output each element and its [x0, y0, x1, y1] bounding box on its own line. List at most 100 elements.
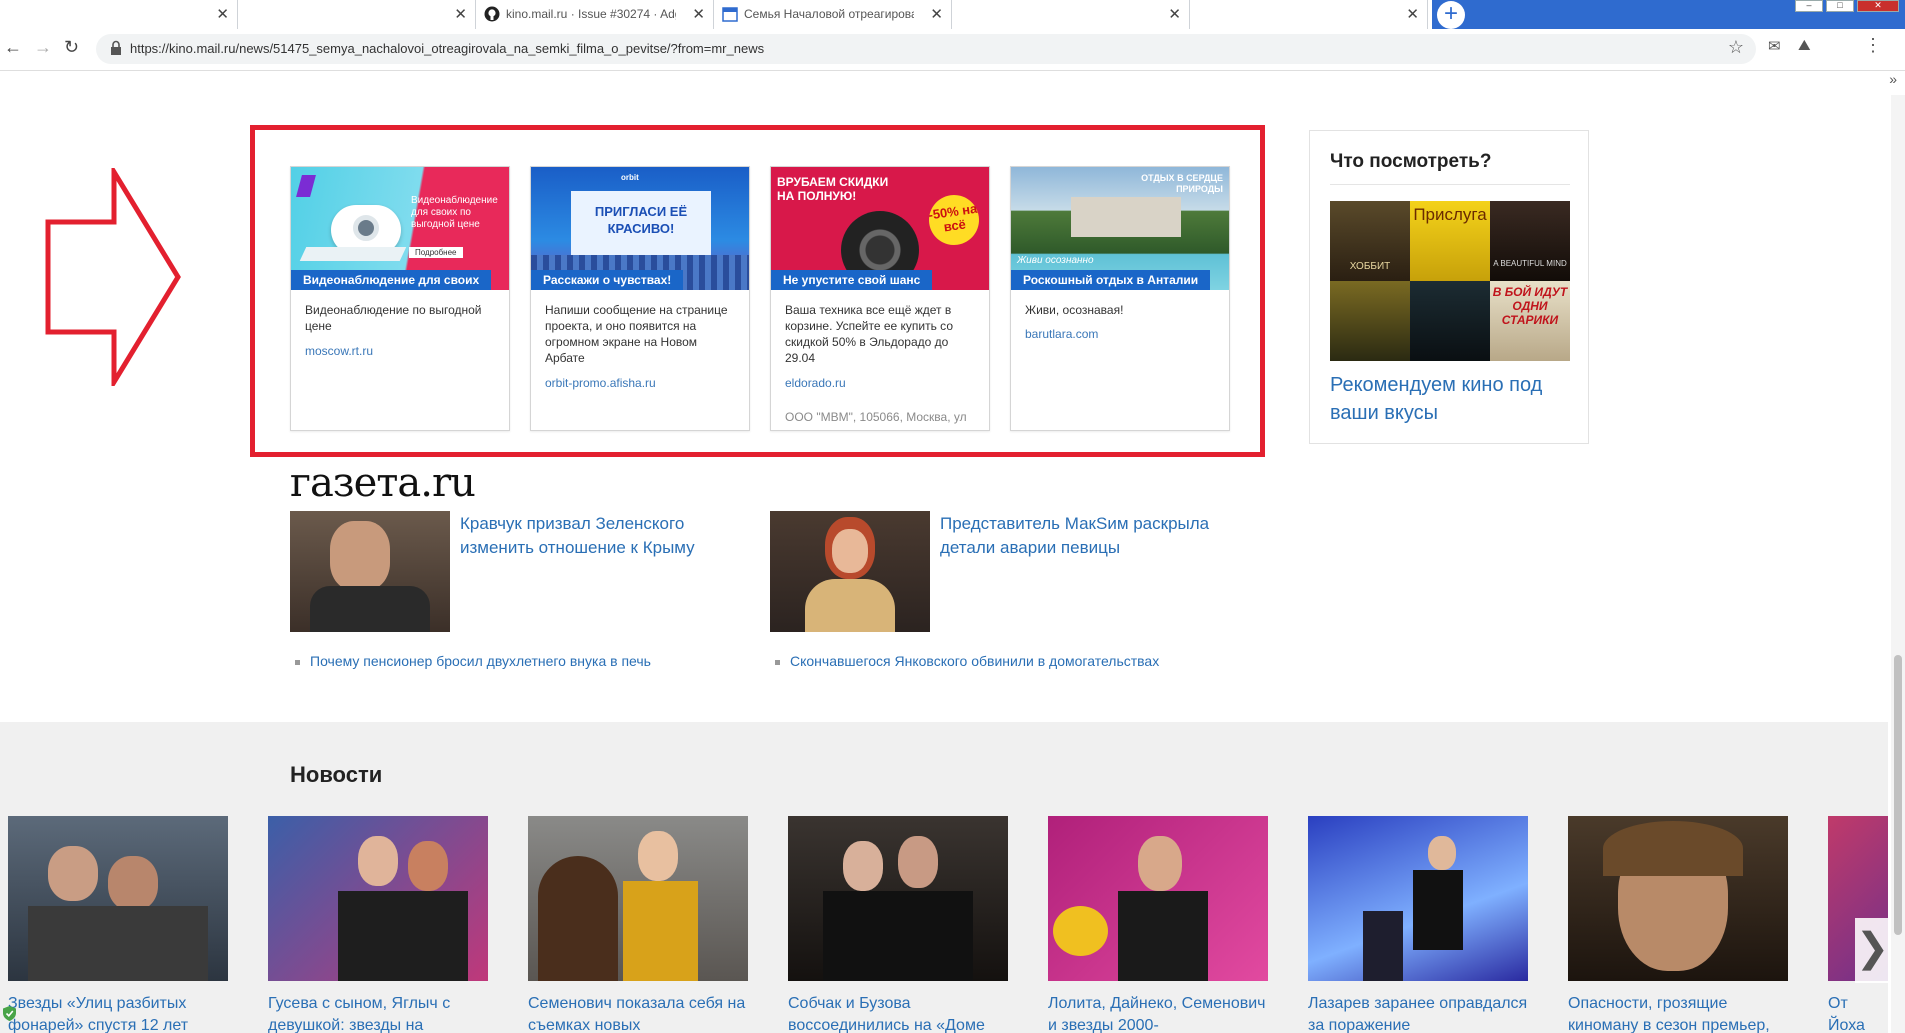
close-tab-icon[interactable]: ✕: [930, 5, 943, 23]
calendar-icon: [722, 7, 738, 22]
gazeta-logo[interactable]: газета.ru: [290, 460, 476, 506]
menu-icon[interactable]: ⋮: [1864, 35, 1882, 56]
close-tab-icon[interactable]: ✕: [692, 5, 705, 23]
movie-poster[interactable]: В БОЙ ИДУТ ОДНИ СТАРИКИ: [1490, 281, 1570, 361]
ad-card[interactable]: orbit ПРИГЛАСИ ЕЁ КРАСИВО! Расскажи о чу…: [530, 166, 750, 431]
news-bullet-link[interactable]: Почему пенсионер бросил двухлетнего внук…: [295, 653, 651, 669]
red-arrow-annotation: [45, 168, 181, 386]
news-card[interactable]: Гусева с сыном, Яглыч с девушкой: звезды…: [268, 816, 488, 1033]
movie-poster[interactable]: [1330, 281, 1410, 361]
news-card-title: Лазарев заранее оправдался за поражение: [1308, 995, 1528, 1033]
address-bar[interactable]: https://kino.mail.ru/news/51475_semya_na…: [96, 34, 1756, 64]
browser-toolbar: ← → ↻ https://kino.mail.ru/news/51475_se…: [0, 29, 1905, 71]
ad-caption: Роскошный отдых в Анталии: [1011, 270, 1211, 290]
extension-icon[interactable]: ⛰: [1798, 37, 1811, 54]
news-photo[interactable]: [770, 511, 930, 632]
ad-card[interactable]: ОТДЫХ В СЕРДЦЕ ПРИРОДЫ Живи осознанно Ро…: [1010, 166, 1230, 431]
news-card-title: Гусева с сыном, Яглыч с девушкой: звезды…: [268, 995, 451, 1033]
adguard-shield-icon: [3, 1006, 16, 1021]
ad-domain-link[interactable]: eldorado.ru: [785, 376, 846, 390]
news-card[interactable]: Собчак и Бузова воссоединились на «Доме: [788, 816, 1008, 1033]
minimize-button[interactable]: –: [1795, 0, 1823, 12]
movie-poster[interactable]: A BEAUTIFUL MIND: [1490, 201, 1570, 281]
news-thumbnail: [1308, 816, 1528, 981]
tab-title: kino.mail.ru · Issue #30274 · AdguardTea…: [506, 7, 676, 21]
ad-banner-text: ПРИГЛАСИ ЕЁ КРАСИВО!: [594, 204, 688, 236]
ad-caption: Расскажи о чувствах!: [531, 270, 684, 290]
browser-tab[interactable]: ✕: [1190, 0, 1428, 29]
movie-poster[interactable]: [1410, 281, 1490, 361]
ad-domain-link[interactable]: moscow.rt.ru: [305, 344, 373, 358]
close-window-button[interactable]: ✕: [1857, 0, 1899, 12]
browser-tab[interactable]: ✕: [238, 0, 476, 29]
browser-tab-active[interactable]: Семья Началовой отреагировала ✕: [714, 0, 952, 29]
ad-caption: Не упустите свой шанс: [771, 270, 933, 290]
ad-description: Живи, осознавая!: [1025, 303, 1124, 317]
ad-caption: Видеонаблюдение для своих: [291, 270, 492, 290]
ad-banner-text: ОТДЫХ В СЕРДЦЕ ПРИРОДЫ: [1141, 173, 1223, 194]
page-scrollbar[interactable]: [1891, 95, 1905, 1033]
news-thumbnail: [268, 816, 488, 981]
tab-title: Семья Началовой отреагировала: [744, 7, 914, 21]
poster-collage[interactable]: ХОББИТ Прислуга A BEAUTIFUL MIND В БОЙ И…: [1330, 201, 1570, 361]
forward-icon[interactable]: →: [34, 37, 52, 58]
what-to-watch-widget: Что посмотреть? ХОББИТ Прислуга A BEAUTI…: [1309, 130, 1589, 444]
news-thumbnail: [1568, 816, 1788, 981]
news-card[interactable]: Семенович показала себя на съемках новых: [528, 816, 748, 1033]
ad-card[interactable]: ВРУБАЕМ СКИДКИ НА ПОЛНУЮ! -50% на всё Не…: [770, 166, 990, 431]
close-tab-icon[interactable]: ✕: [1406, 5, 1419, 23]
news-thumbnail: [528, 816, 748, 981]
movie-poster[interactable]: ХОББИТ: [1330, 201, 1410, 281]
news-card[interactable]: Звезды «Улиц разбитых фонарей» спустя 12…: [8, 816, 228, 1033]
ad-banner-slogan: Живи осознанно: [1017, 255, 1094, 266]
ad-description: Напиши сообщение на странице проекта, и …: [545, 303, 728, 365]
bookmark-star-icon[interactable]: ☆: [1728, 37, 1744, 58]
new-tab-button[interactable]: +: [1437, 1, 1465, 29]
news-card[interactable]: Лолита, Дайнеко, Семенович и звезды 2000…: [1048, 816, 1268, 1033]
news-card[interactable]: Лазарев заранее оправдался за поражение: [1308, 816, 1528, 1033]
recommend-link[interactable]: Рекомендуем кино под ваши вкусы: [1330, 371, 1580, 427]
news-card-title: Семенович показала себя на съемках новых: [528, 995, 746, 1033]
news-thumbnail: [8, 816, 228, 981]
mail-extension-icon[interactable]: ✉: [1768, 37, 1781, 55]
tab-strip: ✕ ✕ kino.mail.ru · Issue #30274 · Adguar…: [0, 0, 1905, 29]
reload-icon[interactable]: ↻: [64, 37, 79, 58]
bookmarks-overflow-icon[interactable]: »: [1889, 71, 1897, 87]
close-tab-icon[interactable]: ✕: [1168, 5, 1181, 23]
ad-address: ООО "МВМ", 105066, Москва, ул: [785, 410, 967, 424]
divider: [1330, 184, 1570, 185]
browser-tab[interactable]: kino.mail.ru · Issue #30274 · AdguardTea…: [476, 0, 714, 29]
scrollbar-thumb[interactable]: [1894, 655, 1902, 935]
ad-banner-badge: -50% на всё: [925, 191, 983, 249]
ad-banner-text: Видеонаблюдение для своих по выгодной це…: [411, 195, 498, 230]
ad-domain-link[interactable]: orbit-promo.afisha.ru: [545, 376, 656, 390]
news-card-title: Звезды «Улиц разбитых фонарей» спустя 12…: [8, 995, 189, 1033]
ad-description: Видеонаблюдение по выгодной цене: [305, 303, 482, 333]
ad-domain-link[interactable]: barutlara.com: [1025, 327, 1098, 341]
news-link[interactable]: Представитель МакSим раскрыла детали ава…: [940, 512, 1230, 560]
ad-banner-button: Подробнее: [409, 247, 463, 258]
ad-description: Ваша техника все ещё ждет в корзине. Усп…: [785, 303, 953, 365]
back-icon[interactable]: ←: [4, 37, 22, 58]
news-card[interactable]: Опасности, грозящие киноману в сезон пре…: [1568, 816, 1788, 1033]
ad-banner-logo: orbit: [621, 173, 639, 182]
news-card-title: От Йоха все звез: [1828, 995, 1865, 1033]
news-photo[interactable]: [290, 511, 450, 632]
maximize-button[interactable]: □: [1826, 0, 1854, 12]
github-icon: [484, 6, 500, 22]
lock-icon: [111, 40, 121, 55]
widget-heading: Что посмотреть?: [1330, 151, 1492, 172]
news-link[interactable]: Кравчук призвал Зеленского изменить отно…: [460, 512, 750, 560]
news-thumbnail: [1048, 816, 1268, 981]
section-heading: Новости: [290, 762, 383, 787]
browser-tab[interactable]: ✕: [0, 0, 238, 29]
close-tab-icon[interactable]: ✕: [454, 5, 467, 23]
news-thumbnail: [788, 816, 1008, 981]
ad-banner-text: ВРУБАЕМ СКИДКИ НА ПОЛНУЮ!: [777, 175, 889, 203]
carousel-next-button[interactable]: ❯: [1855, 918, 1890, 983]
movie-poster[interactable]: Прислуга: [1410, 201, 1490, 281]
browser-tab[interactable]: ✕: [952, 0, 1190, 29]
close-tab-icon[interactable]: ✕: [216, 5, 229, 23]
ad-card[interactable]: Видеонаблюдение для своих по выгодной це…: [290, 166, 510, 431]
news-bullet-link[interactable]: Скончавшегося Янковского обвинили в домо…: [774, 653, 1159, 669]
